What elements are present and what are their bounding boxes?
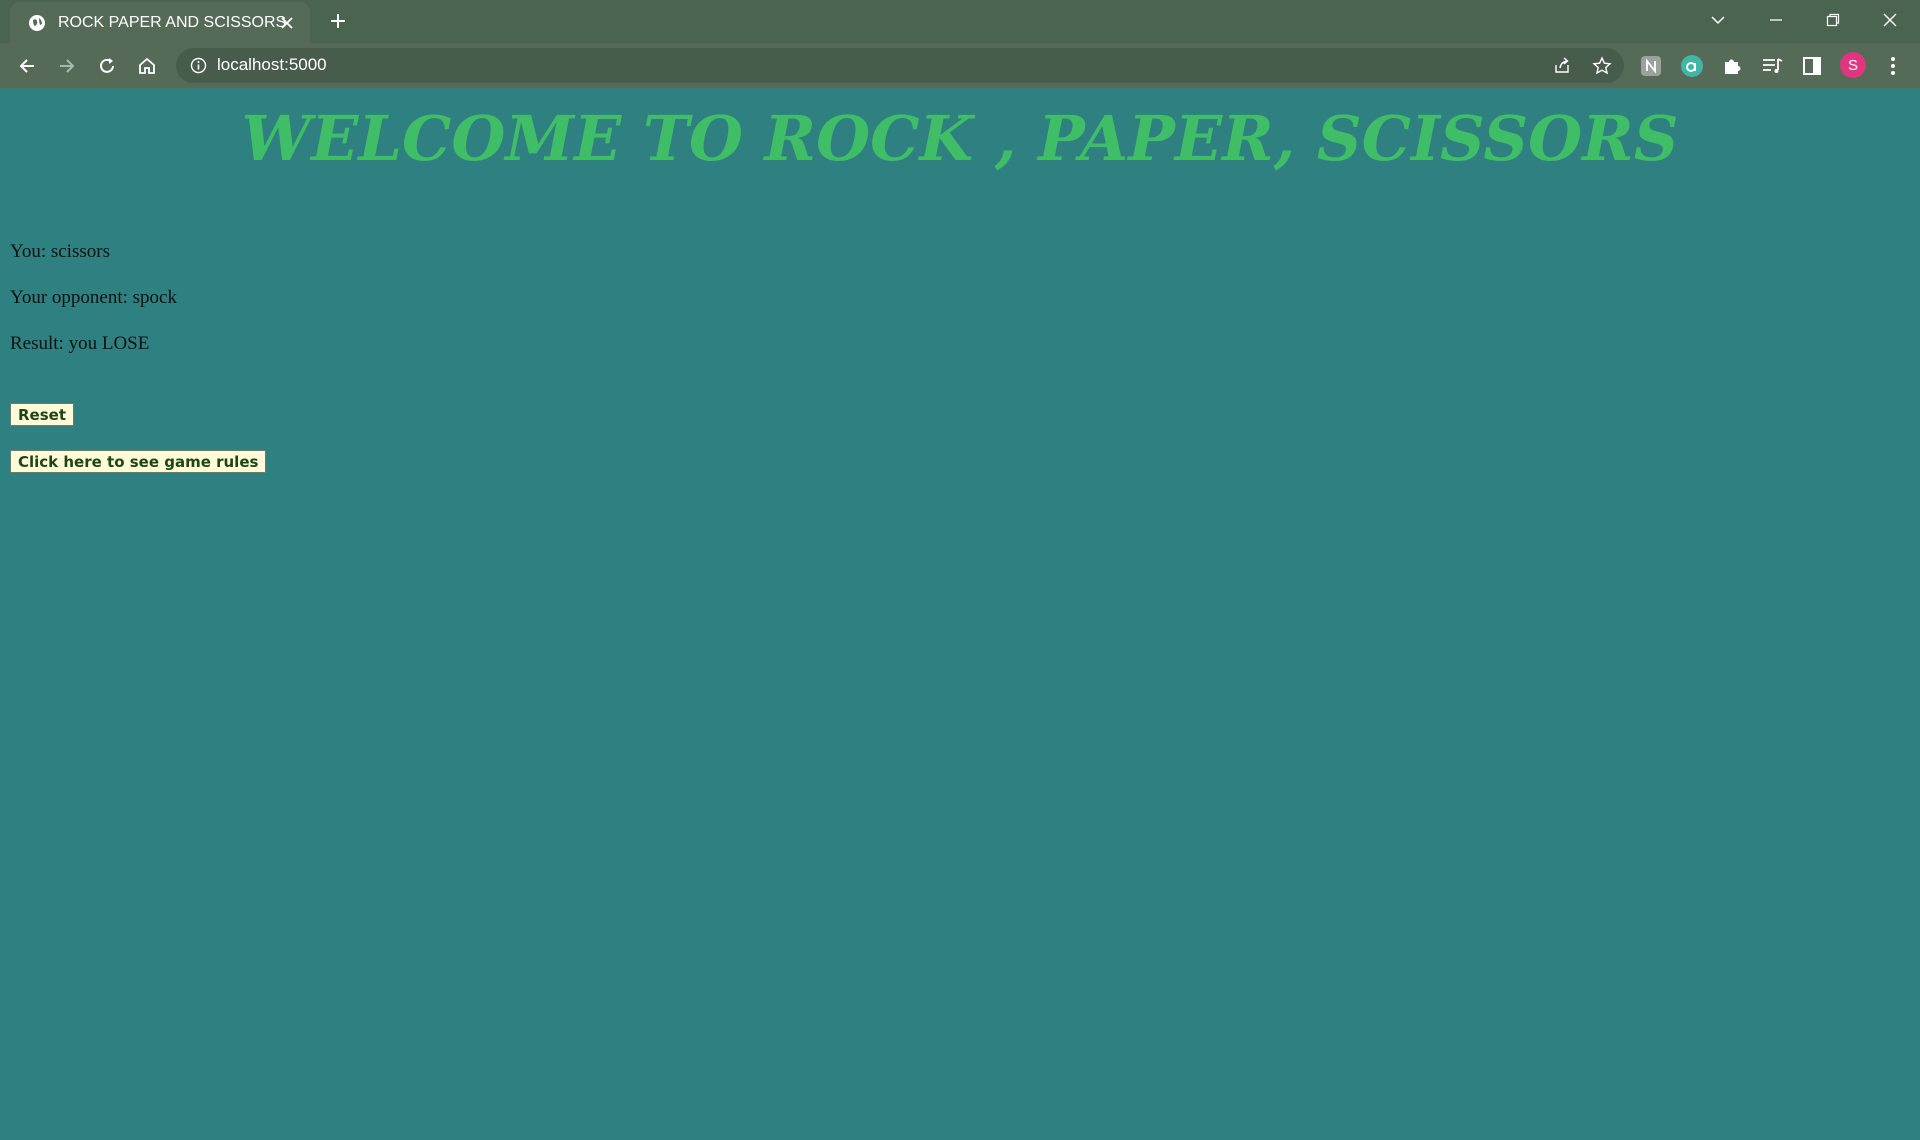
game-rules-button[interactable]: Click here to see game rules xyxy=(10,450,267,473)
share-icon[interactable] xyxy=(1550,54,1574,78)
extensions-puzzle-icon[interactable] xyxy=(1718,52,1746,80)
tab-search-chevron-icon[interactable] xyxy=(1700,6,1736,34)
side-panel-icon[interactable] xyxy=(1798,52,1826,80)
profile-avatar[interactable]: S xyxy=(1840,52,1866,78)
page-content: WELCOME TO ROCK , PAPER, SCISSORS You: s… xyxy=(0,88,1920,1140)
new-tab-plus-icon[interactable] xyxy=(326,9,350,33)
info-icon[interactable] xyxy=(188,55,208,75)
close-icon[interactable] xyxy=(276,12,298,34)
back-arrow-icon[interactable] xyxy=(12,51,42,81)
browser-tab-strip: ROCK PAPER AND SCISSORS xyxy=(0,0,1920,43)
extension-a-icon[interactable] xyxy=(1678,52,1706,80)
player-choice-text: You: scissors xyxy=(10,241,110,262)
kebab-menu-icon[interactable] xyxy=(1879,52,1907,80)
address-bar[interactable]: localhost:5000 xyxy=(176,48,1624,83)
bookmark-star-icon[interactable] xyxy=(1590,54,1614,78)
browser-tab[interactable]: ROCK PAPER AND SCISSORS xyxy=(10,2,310,43)
minimize-icon[interactable] xyxy=(1758,6,1794,34)
tab-title: ROCK PAPER AND SCISSORS xyxy=(58,13,287,31)
reset-button[interactable]: Reset xyxy=(10,403,74,426)
reading-list-icon[interactable] xyxy=(1758,52,1786,80)
extension-n-icon[interactable] xyxy=(1637,52,1665,80)
opponent-choice-text: Your opponent: spock xyxy=(10,287,177,308)
globe-icon xyxy=(27,13,47,33)
forward-arrow-icon[interactable] xyxy=(52,51,82,81)
page-title: WELCOME TO ROCK , PAPER, SCISSORS xyxy=(241,102,1679,175)
home-icon[interactable] xyxy=(132,51,162,81)
restore-icon[interactable] xyxy=(1815,6,1851,34)
result-text: Result: you LOSE xyxy=(10,333,150,354)
browser-toolbar: localhost:5000 xyxy=(0,43,1920,88)
url-text: localhost:5000 xyxy=(217,55,327,74)
reload-icon[interactable] xyxy=(92,51,122,81)
close-window-icon[interactable] xyxy=(1872,6,1908,34)
